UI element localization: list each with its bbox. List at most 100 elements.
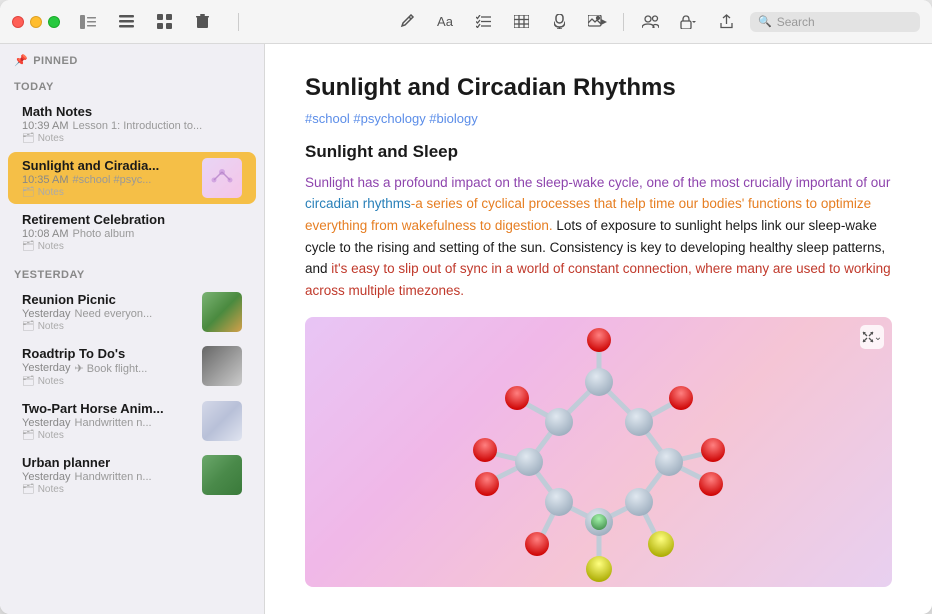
- note-meta-horse: Yesterday Handwritten n...: [22, 417, 194, 429]
- fullscreen-button[interactable]: [48, 16, 60, 28]
- note-image: ⌄: [305, 317, 892, 587]
- note-preview-roadtrip: ✈ Book flight...: [75, 362, 148, 375]
- note-content-sunlight: Sunlight and Ciradia... 10:35 AM #school…: [22, 158, 194, 198]
- note-time-math: 10:39 AM: [22, 120, 68, 132]
- note-item-math-notes[interactable]: Math Notes 10:39 AM Lesson 1: Introducti…: [8, 98, 256, 150]
- pinned-label: 📌 Pinned: [14, 54, 250, 67]
- note-content-reunion: Reunion Picnic Yesterday Need everyon...…: [22, 292, 194, 332]
- audio-button[interactable]: [545, 8, 573, 36]
- note-folder-reunion: 🗂 Notes: [22, 321, 194, 332]
- note-title-roadtrip: Roadtrip To Do's: [22, 346, 194, 361]
- titlebar: Aa: [0, 0, 932, 44]
- note-section-heading: Sunlight and Sleep: [305, 142, 892, 162]
- folder-icon-horse: 🗂: [22, 430, 35, 441]
- yesterday-section-label: Yesterday: [0, 259, 264, 285]
- table-button[interactable]: [507, 8, 535, 36]
- note-thumb-sunlight: [202, 158, 242, 198]
- note-content-area: Sunlight and Circadian Rhythms #school #…: [265, 44, 932, 614]
- note-title-reunion: Reunion Picnic: [22, 292, 194, 307]
- right-toolbar: Aa: [393, 8, 920, 36]
- note-preview-retirement: Photo album: [72, 228, 134, 240]
- folder-icon-roadtrip: 🗂: [22, 376, 35, 387]
- note-folder-urban: 🗂 Notes: [22, 484, 194, 495]
- checklist-button[interactable]: [469, 8, 497, 36]
- image-expand-button[interactable]: ⌄: [860, 325, 884, 349]
- note-content-math: Math Notes 10:39 AM Lesson 1: Introducti…: [22, 104, 242, 144]
- body-segment-1: Sunlight has a profound impact on the sl…: [305, 175, 890, 190]
- list-view-button[interactable]: [112, 8, 140, 36]
- note-thumb-horse: [202, 401, 242, 441]
- note-main-title: Sunlight and Circadian Rhythms: [305, 74, 892, 103]
- note-meta-urban: Yesterday Handwritten n...: [22, 471, 194, 483]
- note-preview-math: Lesson 1: Introduction to...: [72, 120, 202, 132]
- compose-button[interactable]: [393, 8, 421, 36]
- collab-button[interactable]: [636, 8, 664, 36]
- trash-button[interactable]: [188, 8, 216, 36]
- note-title-math: Math Notes: [22, 104, 242, 119]
- note-meta-sunlight: 10:35 AM #school #psyc...: [22, 174, 194, 186]
- note-title-sunlight: Sunlight and Ciradia...: [22, 158, 194, 173]
- folder-icon-retirement: 🗂: [22, 241, 35, 252]
- share-button[interactable]: [712, 8, 740, 36]
- note-meta-roadtrip: Yesterday ✈ Book flight...: [22, 362, 194, 375]
- folder-icon-sunlight: 🗂: [22, 187, 35, 198]
- today-section-label: Today: [0, 71, 264, 97]
- note-folder-sunlight: 🗂 Notes: [22, 187, 194, 198]
- left-toolbar: [74, 8, 216, 36]
- note-folder-retirement: 🗂 Notes: [22, 241, 242, 252]
- note-title-urban: Urban planner: [22, 455, 194, 470]
- search-icon: 🔍: [758, 15, 772, 28]
- lock-button[interactable]: [674, 8, 702, 36]
- note-thumb-urban: [202, 455, 242, 495]
- traffic-lights: [12, 16, 60, 28]
- note-tags: #school #psychology #biology: [305, 111, 892, 126]
- pin-icon: 📌: [14, 54, 28, 67]
- search-label: Search: [777, 15, 815, 29]
- note-folder-math: 🗂 Notes: [22, 133, 242, 144]
- note-preview-urban: Handwritten n...: [75, 471, 152, 483]
- folder-icon-math: 🗂: [22, 133, 35, 144]
- media-button[interactable]: [583, 8, 611, 36]
- toolbar-divider-1: [238, 13, 239, 31]
- sidebar-toggle-button[interactable]: [74, 8, 102, 36]
- folder-icon-reunion: 🗂: [22, 321, 35, 332]
- note-title-horse: Two-Part Horse Anim...: [22, 401, 194, 416]
- grid-view-button[interactable]: [150, 8, 178, 36]
- note-meta-math: 10:39 AM Lesson 1: Introduction to...: [22, 120, 242, 132]
- note-content-roadtrip: Roadtrip To Do's Yesterday ✈ Book flight…: [22, 346, 194, 387]
- search-box[interactable]: 🔍 Search: [750, 12, 920, 32]
- format-button[interactable]: Aa: [431, 8, 459, 36]
- note-preview-horse: Handwritten n...: [75, 417, 152, 429]
- app-window: Aa: [0, 0, 932, 614]
- note-time-horse: Yesterday: [22, 417, 71, 429]
- note-item-retirement[interactable]: Retirement Celebration 10:08 AM Photo al…: [8, 206, 256, 258]
- note-folder-roadtrip: 🗂 Notes: [22, 376, 194, 387]
- note-item-reunion[interactable]: Reunion Picnic Yesterday Need everyon...…: [8, 286, 256, 338]
- body-segment-2: circadian rhythms: [305, 196, 411, 211]
- note-content-horse: Two-Part Horse Anim... Yesterday Handwri…: [22, 401, 194, 441]
- note-item-roadtrip[interactable]: Roadtrip To Do's Yesterday ✈ Book flight…: [8, 340, 256, 393]
- note-time-retirement: 10:08 AM: [22, 228, 68, 240]
- note-title-retirement: Retirement Celebration: [22, 212, 242, 227]
- note-meta-retirement: 10:08 AM Photo album: [22, 228, 242, 240]
- note-preview-sunlight: #school #psyc...: [72, 174, 151, 186]
- body-segment-5: it's easy to slip out of sync in a world…: [305, 261, 891, 298]
- note-preview-reunion: Need everyon...: [75, 308, 153, 320]
- note-item-sunlight[interactable]: Sunlight and Ciradia... 10:35 AM #school…: [8, 152, 256, 204]
- note-time-urban: Yesterday: [22, 471, 71, 483]
- minimize-button[interactable]: [30, 16, 42, 28]
- note-item-horse[interactable]: Two-Part Horse Anim... Yesterday Handwri…: [8, 395, 256, 447]
- close-button[interactable]: [12, 16, 24, 28]
- note-meta-reunion: Yesterday Need everyon...: [22, 308, 194, 320]
- note-time-roadtrip: Yesterday: [22, 362, 71, 375]
- molecule-image: [409, 322, 789, 582]
- note-body-text: Sunlight has a profound impact on the sl…: [305, 172, 892, 302]
- note-content-retirement: Retirement Celebration 10:08 AM Photo al…: [22, 212, 242, 252]
- note-thumb-roadtrip: [202, 346, 242, 386]
- note-thumb-reunion: [202, 292, 242, 332]
- note-content-urban: Urban planner Yesterday Handwritten n...…: [22, 455, 194, 495]
- note-time-sunlight: 10:35 AM: [22, 174, 68, 186]
- folder-icon-urban: 🗂: [22, 484, 35, 495]
- note-folder-horse: 🗂 Notes: [22, 430, 194, 441]
- note-item-urban[interactable]: Urban planner Yesterday Handwritten n...…: [8, 449, 256, 501]
